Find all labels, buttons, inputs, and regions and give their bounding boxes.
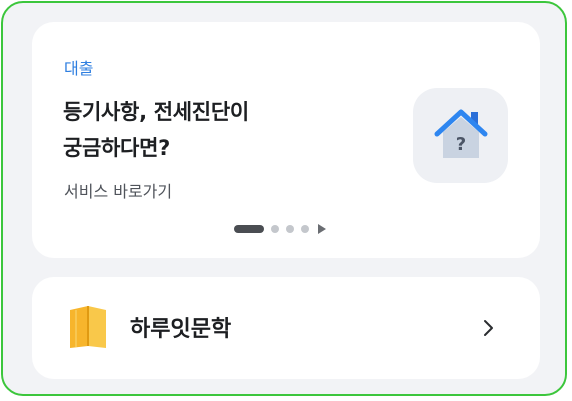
promo-title-line-2: 궁금하다면?	[63, 136, 170, 160]
widget-frame: 대출 등기사항, 전세진단이 궁금하다면? 서비스 바로가기 ? 하루잇문학	[1, 1, 567, 396]
pager-dot[interactable]	[271, 225, 279, 233]
promo-category: 대출	[64, 59, 94, 78]
promo-subtitle-link[interactable]: 서비스 바로가기	[64, 178, 172, 202]
chevron-right-icon[interactable]	[482, 319, 496, 337]
promo-card[interactable]: 대출 등기사항, 전세진단이 궁금하다면? 서비스 바로가기 ?	[32, 22, 540, 258]
play-icon[interactable]	[318, 224, 326, 234]
book-icon	[70, 306, 106, 348]
house-question-tile: ?	[413, 88, 508, 183]
promo-title-line-1: 등기사항, 전세진단이	[63, 100, 249, 124]
daily-literature-label: 하루잇문학	[130, 317, 232, 342]
pager-dot-active[interactable]	[234, 225, 264, 233]
daily-literature-card[interactable]: 하루잇문학	[32, 277, 540, 379]
promo-title: 등기사항, 전세진단이 궁금하다면?	[63, 94, 249, 166]
pager-dot[interactable]	[286, 225, 294, 233]
pager-dot[interactable]	[301, 225, 309, 233]
carousel-pager	[234, 222, 326, 236]
svg-text:?: ?	[456, 134, 466, 155]
house-question-icon: ?	[434, 109, 488, 158]
